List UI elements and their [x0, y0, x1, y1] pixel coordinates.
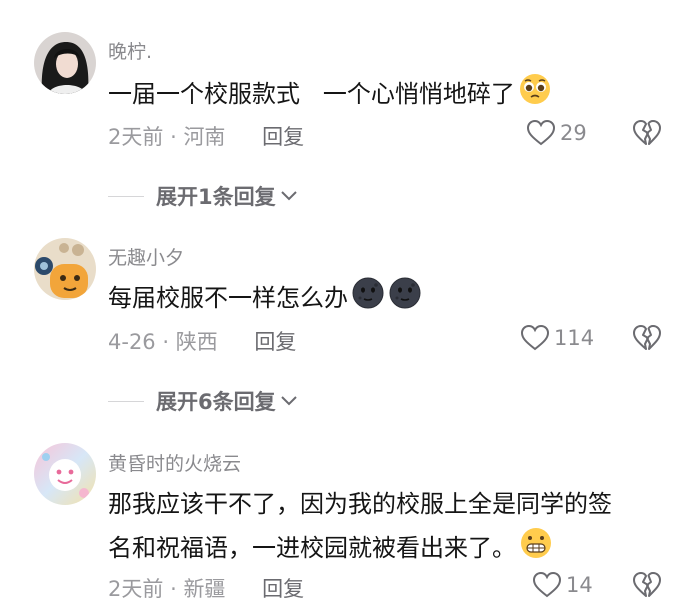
- comment-text: 一届一个校服款式 一个心悄悄地碎了: [108, 72, 552, 118]
- comment-text-body: 每届校服不一样怎么办: [108, 284, 348, 312]
- avatar[interactable]: [34, 238, 96, 300]
- expand-replies-button[interactable]: 展开1条回复: [108, 181, 298, 211]
- heart-icon: [526, 119, 556, 146]
- meta-separator: ·: [162, 330, 170, 354]
- reply-button[interactable]: 回复: [254, 330, 296, 354]
- username[interactable]: 无趣小夕: [108, 243, 184, 270]
- comment-time: 4-26: [108, 330, 156, 354]
- grimacing-face-emoji-icon: [519, 526, 553, 572]
- reply-button[interactable]: 回复: [262, 125, 304, 149]
- comment-text: 名和祝福语，一进校园就被看出来了。: [108, 526, 553, 572]
- like-count: 29: [560, 121, 587, 145]
- broken-heart-icon: [633, 120, 661, 145]
- avatar[interactable]: [34, 32, 96, 94]
- new-moon-face-emoji-icon: [388, 276, 422, 322]
- dislike-button[interactable]: [632, 324, 662, 356]
- broken-heart-icon: [633, 325, 661, 350]
- divider: [108, 400, 144, 402]
- username[interactable]: 黄昏时的火烧云: [108, 449, 241, 476]
- like-button[interactable]: 14: [532, 571, 593, 599]
- comment-text-line-2: 名和祝福语，一进校园就被看出来了。: [108, 534, 516, 562]
- comment-text: 每届校服不一样怎么办: [108, 276, 422, 322]
- chevron-down-icon: [280, 191, 297, 201]
- like-count: 14: [566, 573, 593, 597]
- like-button[interactable]: 29: [526, 119, 587, 147]
- meta-separator: ·: [170, 125, 177, 149]
- chevron-down-icon: [280, 396, 297, 406]
- comment-text-body: 一届一个校服款式 一个心悄悄地碎了: [108, 80, 515, 108]
- comment-meta: 4-26 · 陕西 回复: [108, 326, 296, 356]
- divider: [108, 195, 144, 197]
- dislike-button[interactable]: [632, 571, 662, 603]
- like-button[interactable]: 114: [520, 324, 594, 352]
- comment-location: 新疆: [183, 577, 226, 601]
- heart-icon: [532, 571, 562, 598]
- dislike-button[interactable]: [632, 119, 662, 151]
- comment-location: 河南: [183, 125, 226, 149]
- expand-replies-label: 展开6条回复: [156, 390, 276, 414]
- pleading-face-emoji-icon: [518, 72, 552, 118]
- username[interactable]: 晚柠.: [108, 37, 152, 64]
- broken-heart-icon: [633, 572, 661, 597]
- expand-replies-label: 展开1条回复: [156, 185, 276, 209]
- comment-time: 2天前: [108, 125, 164, 149]
- reply-button[interactable]: 回复: [262, 577, 304, 601]
- heart-icon: [520, 324, 550, 351]
- avatar[interactable]: [34, 443, 96, 505]
- comment-meta: 2天前 · 河南 回复: [108, 121, 304, 151]
- comment-time: 2天前: [108, 577, 164, 601]
- comment-meta: 2天前 · 新疆 回复: [108, 573, 304, 603]
- expand-replies-button[interactable]: 展开6条回复: [108, 386, 298, 416]
- meta-separator: ·: [170, 577, 177, 601]
- like-count: 114: [554, 326, 595, 350]
- comment-text-line-1: 那我应该干不了，因为我的校服上全是同学的签: [108, 490, 612, 518]
- comment-location: 陕西: [175, 330, 218, 354]
- new-moon-face-emoji-icon: [351, 276, 385, 322]
